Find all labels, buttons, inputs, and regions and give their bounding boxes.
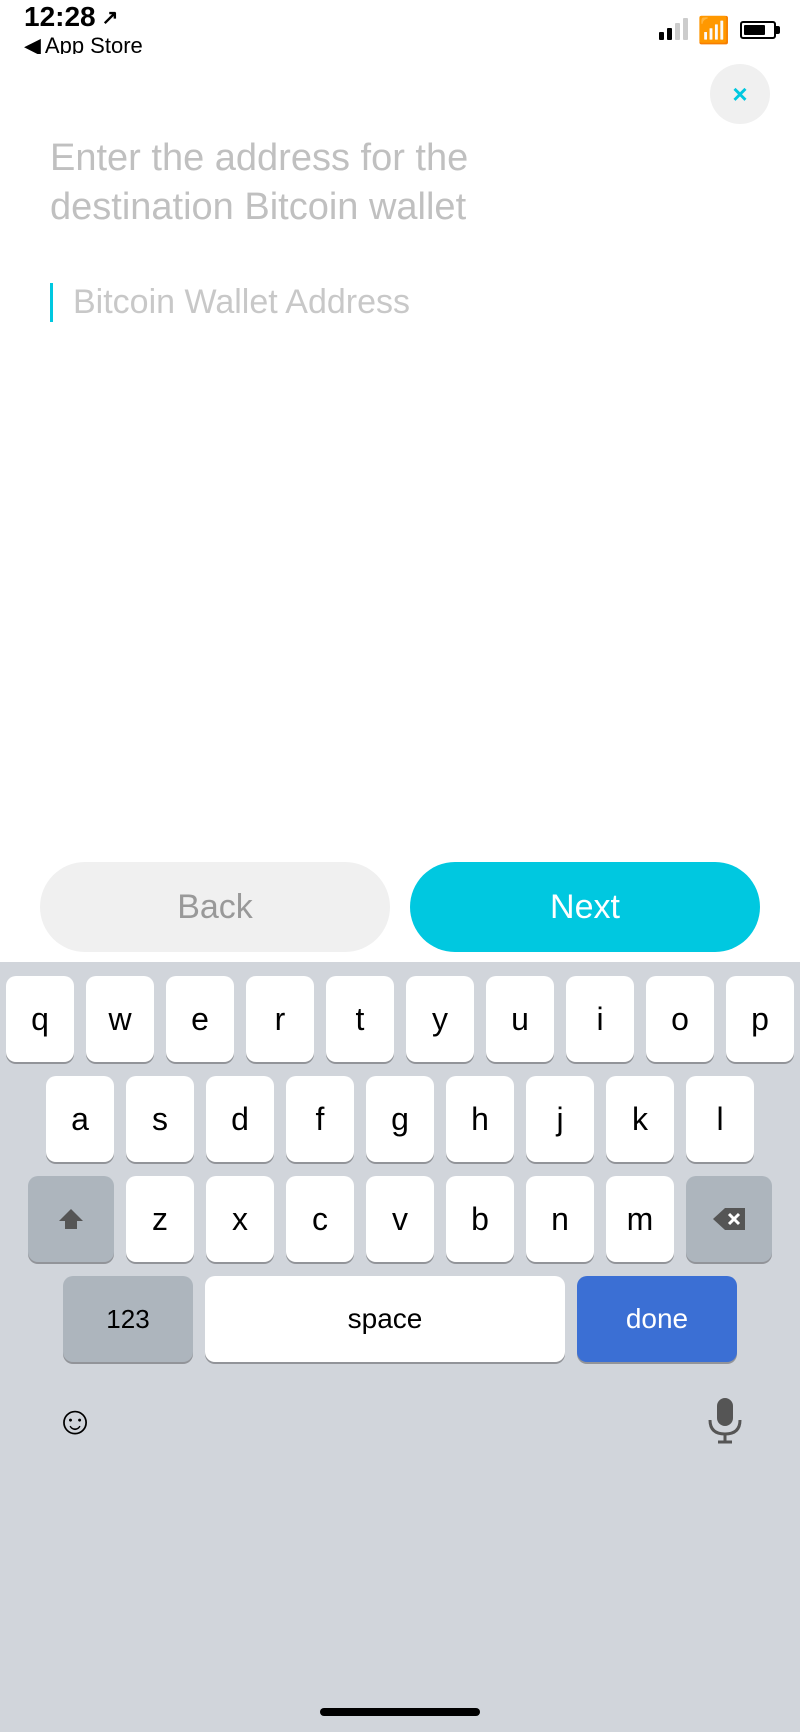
key-a[interactable]: a <box>46 1076 114 1162</box>
key-c[interactable]: c <box>286 1176 354 1262</box>
key-y[interactable]: y <box>406 976 474 1062</box>
key-v[interactable]: v <box>366 1176 434 1262</box>
key-x[interactable]: x <box>206 1176 274 1262</box>
battery-icon <box>740 21 776 39</box>
key-b[interactable]: b <box>446 1176 514 1262</box>
backspace-icon <box>711 1206 747 1232</box>
location-icon: ↗ <box>102 5 119 30</box>
emoji-icon: ☺ <box>55 1399 96 1444</box>
key-r[interactable]: r <box>246 976 314 1062</box>
back-button[interactable]: Back <box>40 862 390 952</box>
battery-fill <box>744 25 765 35</box>
backspace-key[interactable] <box>686 1176 772 1262</box>
close-button[interactable]: × <box>710 64 770 124</box>
key-i[interactable]: i <box>566 976 634 1062</box>
key-h[interactable]: h <box>446 1076 514 1162</box>
key-d[interactable]: d <box>206 1076 274 1162</box>
key-z[interactable]: z <box>126 1176 194 1262</box>
status-time: 12:28 ↗ <box>24 1 143 33</box>
content-area: × Enter the address for the destination … <box>0 54 800 322</box>
wifi-icon: 📶 <box>698 15 730 46</box>
status-bar: 12:28 ↗ ◀ App Store 📶 <box>0 0 800 54</box>
keyboard: q w e r t y u i o p a s d f g h j k l z … <box>0 962 800 1732</box>
key-l[interactable]: l <box>686 1076 754 1162</box>
close-icon: × <box>732 79 747 110</box>
key-u[interactable]: u <box>486 976 554 1062</box>
shift-key[interactable] <box>28 1176 114 1262</box>
page-title: Enter the address for the destination Bi… <box>50 134 570 233</box>
action-buttons: Back Next <box>0 862 800 952</box>
key-t[interactable]: t <box>326 976 394 1062</box>
key-g[interactable]: g <box>366 1076 434 1162</box>
key-m[interactable]: m <box>606 1176 674 1262</box>
wallet-address-input[interactable] <box>73 283 750 322</box>
key-n[interactable]: n <box>526 1176 594 1262</box>
shift-icon <box>57 1205 85 1233</box>
status-left: 12:28 ↗ ◀ App Store <box>24 1 143 59</box>
keyboard-row-3: z x c v b n m <box>0 1176 800 1262</box>
keyboard-row-2: a s d f g h j k l <box>0 1076 800 1162</box>
keyboard-bottom-row: ☺ <box>0 1376 800 1456</box>
space-key[interactable]: space <box>205 1276 565 1362</box>
key-j[interactable]: j <box>526 1076 594 1162</box>
keyboard-row-4: 123 space done <box>0 1276 800 1362</box>
key-o[interactable]: o <box>646 976 714 1062</box>
mic-icon <box>706 1396 744 1446</box>
keyboard-row-1: q w e r t y u i o p <box>0 976 800 1062</box>
wallet-input-container <box>50 283 750 322</box>
time-display: 12:28 <box>24 1 96 33</box>
key-p[interactable]: p <box>726 976 794 1062</box>
done-key[interactable]: done <box>577 1276 737 1362</box>
key-q[interactable]: q <box>6 976 74 1062</box>
key-s[interactable]: s <box>126 1076 194 1162</box>
emoji-button[interactable]: ☺ <box>40 1386 110 1456</box>
key-e[interactable]: e <box>166 976 234 1062</box>
key-f[interactable]: f <box>286 1076 354 1162</box>
status-right: 📶 <box>659 15 776 46</box>
next-button[interactable]: Next <box>410 862 760 952</box>
mic-button[interactable] <box>690 1386 760 1456</box>
key-k[interactable]: k <box>606 1076 674 1162</box>
signal-icon <box>659 20 688 40</box>
numbers-key[interactable]: 123 <box>63 1276 193 1362</box>
home-indicator <box>320 1708 480 1716</box>
key-w[interactable]: w <box>86 976 154 1062</box>
